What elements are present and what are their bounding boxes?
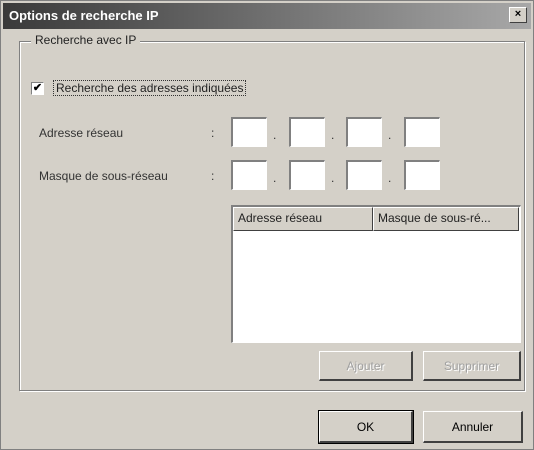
network-address-dot-1: . bbox=[273, 128, 277, 142]
column-header-network-address[interactable]: Adresse réseau bbox=[233, 207, 373, 231]
subnet-mask-label: Masque de sous-réseau bbox=[39, 169, 168, 183]
close-icon: × bbox=[514, 8, 522, 20]
network-address-colon: : bbox=[211, 126, 215, 140]
subnet-mask-octet-2[interactable] bbox=[289, 160, 325, 190]
add-button[interactable]: Ajouter bbox=[319, 351, 413, 381]
ip-search-options-dialog: Options de recherche IP × Recherche avec… bbox=[0, 0, 534, 450]
column-header-subnet-mask[interactable]: Masque de sous-ré... bbox=[373, 207, 519, 231]
network-address-octet-3[interactable] bbox=[346, 117, 382, 147]
address-list[interactable]: Adresse réseau Masque de sous-ré... bbox=[231, 205, 521, 343]
groupbox-label: Recherche avec IP bbox=[31, 33, 141, 47]
subnet-mask-dot-1: . bbox=[273, 171, 277, 185]
title-bar[interactable]: Options de recherche IP × bbox=[3, 3, 531, 29]
subnet-mask-dot-2: . bbox=[331, 171, 335, 185]
delete-button[interactable]: Supprimer bbox=[423, 351, 521, 381]
specified-addresses-label[interactable]: Recherche des adresses indiquées bbox=[53, 80, 247, 96]
network-address-dot-2: . bbox=[331, 128, 335, 142]
close-button[interactable]: × bbox=[509, 7, 527, 23]
specified-addresses-checkbox[interactable]: ✔ bbox=[31, 82, 44, 95]
network-address-octet-1[interactable] bbox=[231, 117, 267, 147]
network-address-dot-3: . bbox=[388, 128, 392, 142]
window-title: Options de recherche IP bbox=[9, 8, 159, 23]
network-address-octet-2[interactable] bbox=[289, 117, 325, 147]
network-address-octet-4[interactable] bbox=[404, 117, 440, 147]
subnet-mask-octet-1[interactable] bbox=[231, 160, 267, 190]
subnet-mask-octet-3[interactable] bbox=[346, 160, 382, 190]
cancel-button[interactable]: Annuler bbox=[423, 411, 523, 443]
network-address-label: Adresse réseau bbox=[39, 126, 124, 140]
checkmark-icon: ✔ bbox=[32, 82, 43, 94]
ok-button[interactable]: OK bbox=[318, 410, 414, 444]
subnet-mask-colon: : bbox=[211, 169, 215, 183]
subnet-mask-octet-4[interactable] bbox=[404, 160, 440, 190]
subnet-mask-dot-3: . bbox=[388, 171, 392, 185]
